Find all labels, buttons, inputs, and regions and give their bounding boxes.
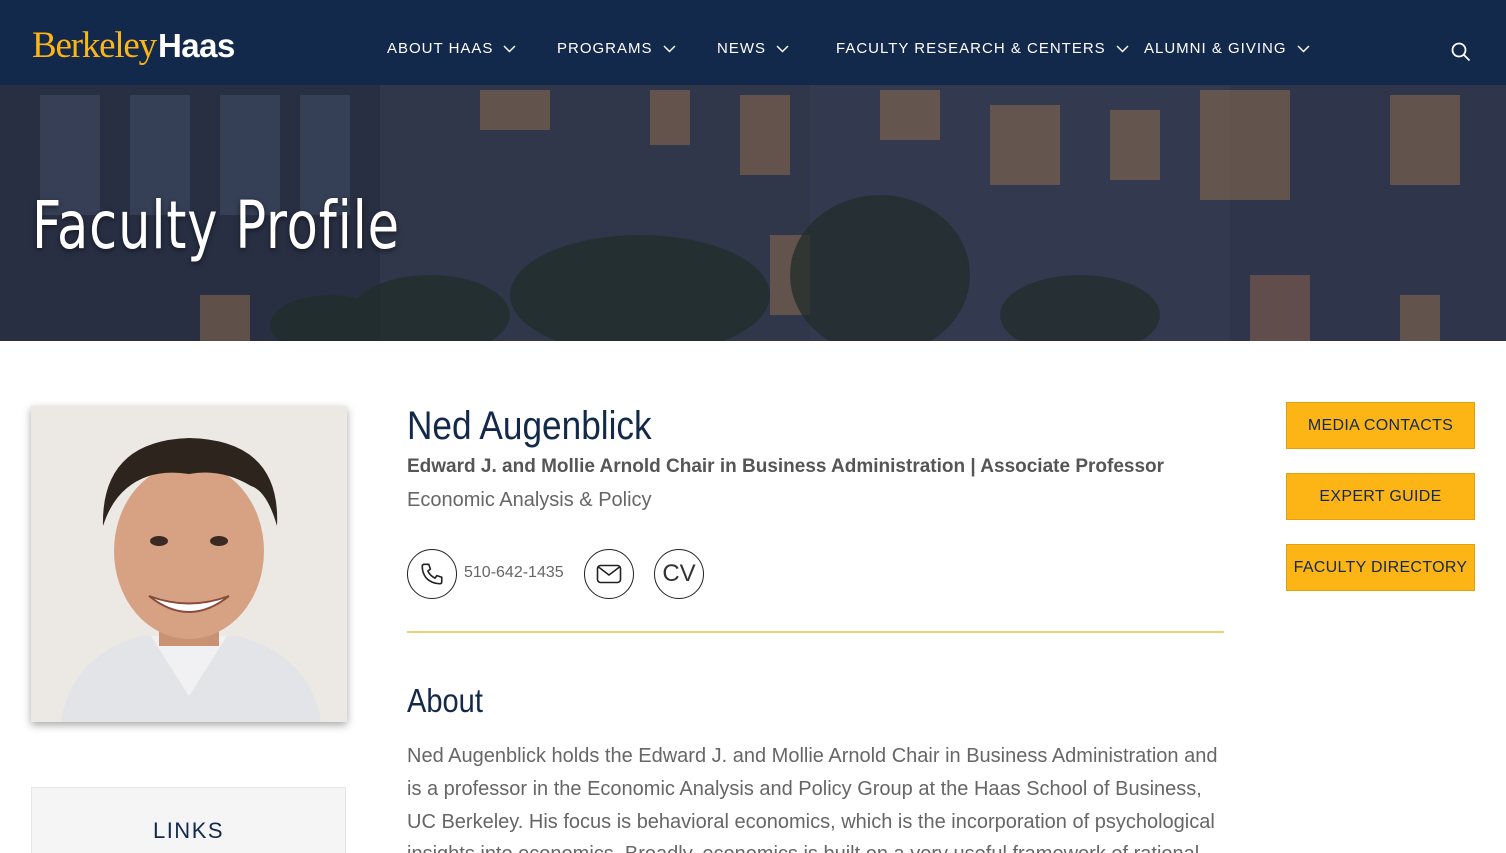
envelope-icon — [596, 564, 622, 584]
berkeley-haas-logo[interactable]: Berkeley Haas — [32, 24, 235, 70]
about-heading: About — [407, 682, 483, 719]
chevron-down-icon — [1116, 44, 1129, 53]
nav-label: PROGRAMS — [557, 40, 653, 57]
phone-icon — [421, 563, 443, 585]
portrait-image — [31, 406, 347, 722]
faculty-directory-button[interactable]: FACULTY DIRECTORY — [1286, 544, 1475, 591]
about-text: Ned Augenblick holds the Edward J. and M… — [407, 745, 1218, 853]
logo-haas-text: Haas — [157, 27, 235, 64]
search-icon[interactable] — [1451, 42, 1471, 62]
cv-button[interactable]: CV — [654, 549, 704, 599]
profile-photo — [31, 406, 347, 722]
nav-item-alumni-giving[interactable]: ALUMNI & GIVING — [1144, 40, 1310, 57]
phone-number[interactable]: 510-642-1435 — [464, 564, 564, 582]
phone-button[interactable] — [407, 549, 457, 599]
chevron-down-icon — [1297, 44, 1310, 53]
nav-item-faculty-research-centers[interactable]: FACULTY RESEARCH & CENTERS — [836, 40, 1129, 57]
section-divider — [407, 631, 1224, 633]
cv-label: CV — [662, 560, 696, 587]
chevron-down-icon — [776, 44, 789, 53]
nav-label: FACULTY RESEARCH & CENTERS — [836, 40, 1106, 57]
hero-banner: Faculty Profile — [0, 85, 1506, 341]
chevron-down-icon — [503, 44, 516, 53]
links-heading: LINKS — [152, 818, 225, 843]
nav-label: ALUMNI & GIVING — [1144, 40, 1287, 57]
nav-item-programs[interactable]: PROGRAMS — [557, 40, 676, 57]
expert-guide-button[interactable]: EXPERT GUIDE — [1286, 473, 1475, 520]
nav-label: ABOUT HAAS — [387, 40, 494, 57]
email-button[interactable] — [584, 549, 634, 599]
faculty-department: Economic Analysis & Policy — [407, 489, 652, 511]
media-contacts-button[interactable]: MEDIA CONTACTS — [1286, 402, 1475, 449]
nav-item-about-haas[interactable]: ABOUT HAAS — [387, 40, 516, 57]
faculty-name: Ned Augenblick — [407, 404, 652, 448]
links-panel: LINKS — [31, 787, 346, 853]
faculty-title: Edward J. and Mollie Arnold Chair in Bus… — [407, 456, 1165, 477]
nav-item-news[interactable]: NEWS — [717, 40, 789, 57]
logo-berkeley-text: Berkeley — [32, 25, 157, 66]
top-navigation-bar: Berkeley Haas ABOUT HAAS PROGRAMS NEWS F… — [0, 0, 1506, 85]
nav-label: NEWS — [717, 40, 766, 57]
page-title: Faculty Profile — [32, 187, 400, 264]
chevron-down-icon — [662, 44, 676, 53]
